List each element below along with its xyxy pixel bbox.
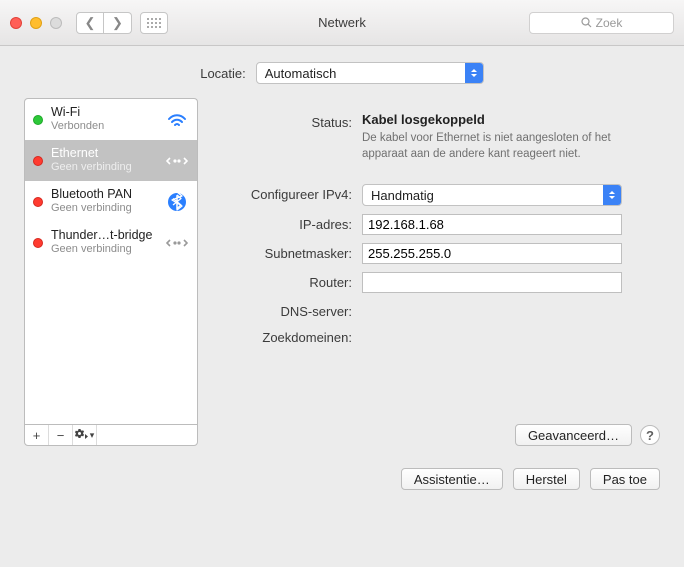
chevron-updown-icon <box>603 185 621 205</box>
sidebar-item-bluetooth[interactable]: Bluetooth PAN Geen verbinding <box>25 181 197 222</box>
subnet-label: Subnetmasker: <box>212 243 362 261</box>
sidebar-item-thunderbolt[interactable]: Thunder…t-bridge Geen verbinding <box>25 222 197 263</box>
subnet-field[interactable] <box>362 243 622 264</box>
bluetooth-icon <box>165 192 189 212</box>
add-button[interactable]: + <box>25 425 49 445</box>
revert-button[interactable]: Herstel <box>513 468 580 490</box>
help-button[interactable]: ? <box>640 425 660 445</box>
forward-button[interactable]: ❯ <box>104 12 132 34</box>
service-name: Ethernet <box>51 146 157 161</box>
search-placeholder: Zoek <box>596 16 623 30</box>
router-label: Router: <box>212 272 362 290</box>
back-button[interactable]: ❮ <box>76 12 104 34</box>
service-status: Geen verbinding <box>51 202 157 215</box>
service-name: Wi-Fi <box>51 105 157 120</box>
window-controls <box>10 17 62 29</box>
location-value: Automatisch <box>265 66 337 81</box>
search-icon <box>581 17 592 28</box>
sidebar-item-wifi[interactable]: Wi-Fi Verbonden <box>25 99 197 140</box>
service-status: Geen verbinding <box>51 161 157 174</box>
close-icon[interactable] <box>10 17 22 29</box>
zoom-icon[interactable] <box>50 17 62 29</box>
search-input[interactable]: Zoek <box>529 12 674 34</box>
status-description: De kabel voor Ethernet is niet aangeslot… <box>362 131 622 162</box>
dns-label: DNS-server: <box>212 301 362 319</box>
assist-button[interactable]: Assistentie… <box>401 468 503 490</box>
sidebar-item-ethernet[interactable]: Ethernet Geen verbinding <box>25 140 197 181</box>
ip-field[interactable] <box>362 214 622 235</box>
config-select[interactable]: Handmatig <box>362 184 622 206</box>
router-field[interactable] <box>362 272 622 293</box>
list-footer: + − ▾ <box>24 424 198 446</box>
service-name: Thunder…t-bridge <box>51 228 157 243</box>
advanced-button[interactable]: Geavanceerd… <box>515 424 632 446</box>
detail-panel: Status: Kabel losgekoppeld De kabel voor… <box>212 98 660 446</box>
nav-buttons: ❮ ❯ <box>76 12 132 34</box>
gear-button[interactable]: ▾ <box>73 425 97 445</box>
status-title: Kabel losgekoppeld <box>362 112 660 127</box>
location-label: Locatie: <box>200 66 246 81</box>
wifi-icon <box>165 112 189 128</box>
status-led <box>33 115 43 125</box>
status-label: Status: <box>212 112 362 130</box>
apply-button[interactable]: Pas toe <box>590 468 660 490</box>
titlebar: ❮ ❯ Netwerk Zoek <box>0 0 684 46</box>
status-led <box>33 197 43 207</box>
gear-icon <box>75 429 89 441</box>
ethernet-icon <box>165 154 189 168</box>
ip-label: IP-adres: <box>212 214 362 232</box>
grid-icon <box>147 18 161 28</box>
ethernet-icon <box>165 236 189 250</box>
status-led <box>33 238 43 248</box>
service-status: Verbonden <box>51 120 157 133</box>
service-list: Wi-Fi Verbonden Ethernet Geen verbinding <box>24 98 198 424</box>
service-name: Bluetooth PAN <box>51 187 157 202</box>
config-label: Configureer IPv4: <box>212 184 362 202</box>
service-status: Geen verbinding <box>51 243 157 256</box>
location-select[interactable]: Automatisch <box>256 62 484 84</box>
status-led <box>33 156 43 166</box>
domains-label: Zoekdomeinen: <box>212 327 362 345</box>
remove-button[interactable]: − <box>49 425 73 445</box>
grid-button[interactable] <box>140 12 168 34</box>
chevron-updown-icon <box>465 63 483 83</box>
minimize-icon[interactable] <box>30 17 42 29</box>
config-value: Handmatig <box>371 188 434 203</box>
